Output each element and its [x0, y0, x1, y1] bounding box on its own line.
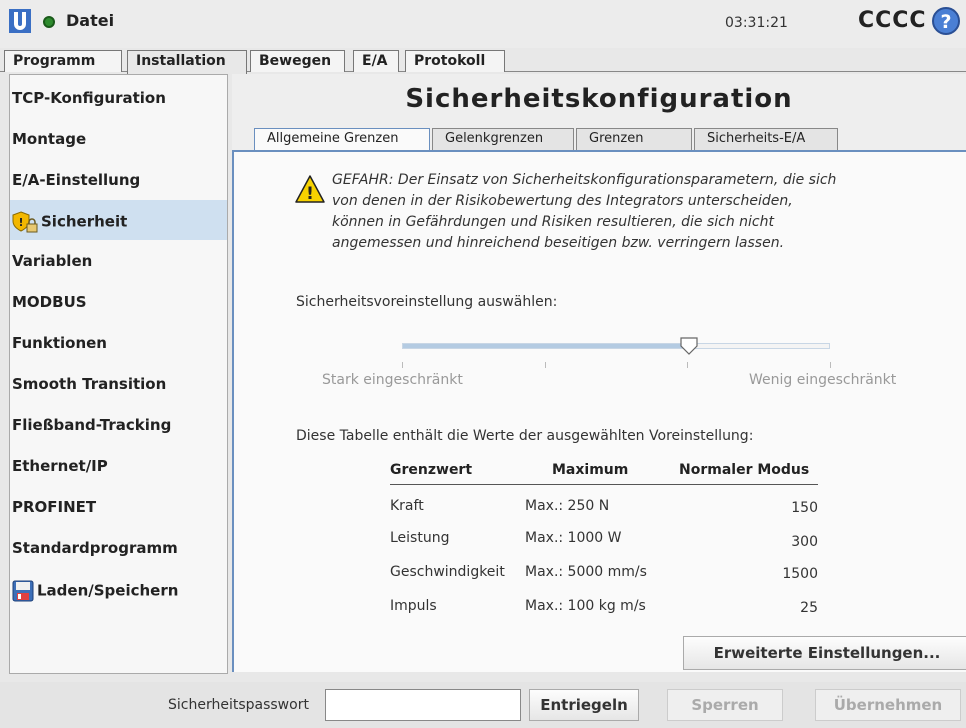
table-cell: 150	[791, 500, 818, 516]
preset-label: Sicherheitsvoreinstellung auswählen:	[296, 294, 558, 310]
slider-fill	[403, 344, 690, 348]
lock-button[interactable]: Sperren	[667, 689, 783, 721]
sidebar-item-montage[interactable]: Montage	[10, 119, 227, 159]
slider-tick	[545, 362, 546, 368]
sidebar-item-sicherheit[interactable]: ! Sicherheit	[10, 200, 227, 240]
svg-text:!: !	[306, 184, 314, 204]
robot-name: CCCC	[858, 8, 927, 33]
tab-sicherheits-ea[interactable]: Sicherheits-E/A	[694, 128, 838, 150]
danger-warning-text: GEFAHR: Der Einsatz von Sicherheitskonfi…	[332, 172, 837, 251]
tab-installation[interactable]: Installation	[127, 50, 247, 74]
sidebar-item-tcp[interactable]: TCP-Konfiguration	[10, 78, 227, 118]
slider-tick	[402, 362, 403, 368]
sidebar-item-label: Laden/Speichern	[37, 581, 179, 600]
table-cell: Max.: 5000 mm/s	[525, 564, 647, 580]
sidebar-item-standardprogramm[interactable]: Standardprogramm	[10, 528, 227, 568]
sidebar-item-conveyor-tracking[interactable]: Fließband-Tracking	[10, 405, 227, 445]
tab-protokoll[interactable]: Protokoll	[405, 50, 505, 72]
tab-gelenkgrenzen[interactable]: Gelenkgrenzen	[432, 128, 574, 150]
save-disk-icon	[12, 580, 34, 602]
tab-programm[interactable]: Programm	[4, 50, 122, 72]
file-menu[interactable]: Datei	[66, 11, 114, 30]
sidebar-item-smooth-transition[interactable]: Smooth Transition	[10, 364, 227, 404]
sidebar-item-funktionen[interactable]: Funktionen	[10, 323, 227, 363]
slider-max-label: Wenig eingeschränkt	[749, 372, 897, 388]
sidebar-item-ea-einstellung[interactable]: E/A-Einstellung	[10, 160, 227, 200]
sidebar-item-variablen[interactable]: Variablen	[10, 241, 227, 281]
tab-allgemeine-grenzen[interactable]: Allgemeine Grenzen	[254, 128, 430, 150]
table-cell: 300	[791, 534, 818, 550]
table-header-rule	[390, 484, 818, 485]
advanced-settings-button[interactable]: Erweiterte Einstellungen...	[683, 636, 966, 670]
safety-preset-slider[interactable]	[402, 343, 830, 349]
slider-tick	[687, 362, 688, 368]
table-cell: Geschwindigkeit	[390, 564, 505, 580]
table-cell: Kraft	[390, 498, 424, 514]
sidebar-item-profinet[interactable]: PROFINET	[10, 487, 227, 527]
apply-button[interactable]: Übernehmen	[815, 689, 961, 721]
shield-lock-icon: !	[12, 211, 38, 233]
unlock-button[interactable]: Entriegeln	[529, 689, 639, 721]
slider-min-label: Stark eingeschränkt	[322, 372, 463, 388]
table-cell: Impuls	[390, 598, 437, 614]
general-limits-panel: ! GEFAHR: Der Einsatz von Sicherheitskon…	[232, 150, 966, 672]
main-tab-bar: Programm Installation Bewegen E/A Protok…	[0, 48, 966, 74]
tab-grenzen[interactable]: Grenzen	[576, 128, 692, 150]
page-title: Sicherheitskonfiguration	[405, 84, 793, 114]
warning-triangle-icon: !	[295, 175, 325, 204]
safety-config-panel: Sicherheitskonfiguration Allgemeine Gren…	[232, 74, 966, 672]
help-icon[interactable]: ?	[931, 6, 961, 36]
ur-logo-icon	[9, 9, 31, 33]
table-caption: Diese Tabelle enthält die Werte der ausg…	[296, 428, 754, 444]
slider-tick	[830, 362, 831, 368]
password-label: Sicherheitspasswort	[168, 697, 309, 713]
sidebar-item-laden-speichern[interactable]: Laden/Speichern	[10, 569, 227, 609]
column-header: Grenzwert	[390, 462, 473, 478]
sidebar-item-label: Sicherheit	[41, 212, 128, 231]
title-bar: Datei 03:31:21 CCCC ?	[0, 0, 966, 48]
svg-text:!: !	[18, 216, 23, 229]
sidebar-item-ethernet-ip[interactable]: Ethernet/IP	[10, 446, 227, 486]
robot-status-icon	[43, 16, 55, 28]
installation-sidebar: TCP-Konfiguration Montage E/A-Einstellun…	[9, 74, 228, 674]
clock: 03:31:21	[725, 15, 788, 31]
table-cell: Max.: 250 N	[525, 498, 610, 514]
table-cell: 1500	[782, 566, 818, 582]
slider-handle[interactable]	[679, 336, 699, 356]
safety-tab-bar: Allgemeine Grenzen Gelenkgrenzen Grenzen…	[232, 128, 966, 150]
column-header: Normaler Modus	[679, 462, 810, 478]
tab-bewegen[interactable]: Bewegen	[250, 50, 345, 72]
bottom-bar: Sicherheitspasswort Entriegeln Sperren Ü…	[0, 682, 966, 728]
table-cell: Max.: 1000 W	[525, 530, 622, 546]
tab-ea[interactable]: E/A	[353, 50, 399, 72]
table-cell: Max.: 100 kg m/s	[525, 598, 646, 614]
svg-text:?: ?	[940, 11, 951, 33]
safety-password-input[interactable]	[325, 689, 521, 721]
sidebar-item-modbus[interactable]: MODBUS	[10, 282, 227, 322]
table-cell: 25	[800, 600, 818, 616]
column-header: Maximum	[552, 462, 629, 478]
table-cell: Leistung	[390, 530, 450, 546]
